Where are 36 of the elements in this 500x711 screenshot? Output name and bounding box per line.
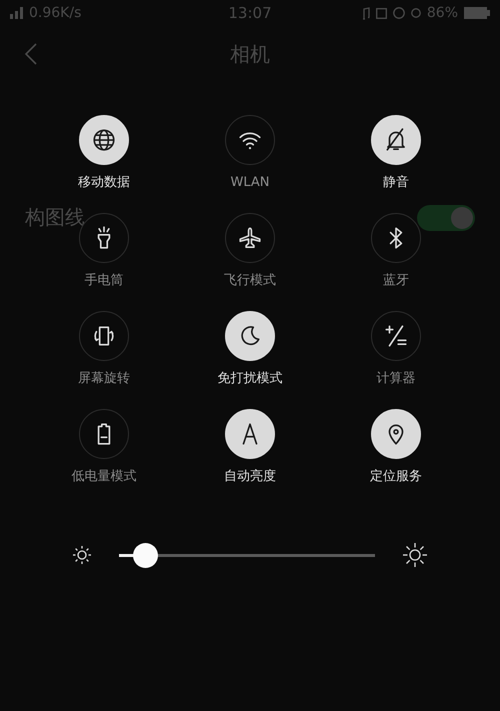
toggle-label: 静音: [383, 175, 409, 191]
toggle-label: 蓝牙: [383, 273, 409, 289]
globe-icon: [91, 127, 117, 153]
toggle-label: 免打扰模式: [218, 371, 282, 387]
music-note-icon: [362, 6, 370, 20]
page-title: 相机: [230, 40, 270, 68]
quick-toggle-button[interactable]: [225, 115, 275, 165]
toggle-label: 移动数据: [78, 175, 130, 191]
calculator-icon: [383, 323, 409, 349]
clock: 13:07: [228, 4, 272, 22]
high-brightness-icon: [401, 541, 429, 569]
toggle-label: 屏幕旋转: [78, 371, 130, 387]
toggle-label: 自动亮度: [224, 469, 276, 485]
battery-percentage: 86%: [426, 5, 458, 21]
quick-toggle-button[interactable]: [371, 213, 421, 263]
battery-icon: [464, 7, 490, 19]
square-icon: [376, 8, 387, 18]
toggle-label: 低电量模式: [72, 469, 136, 485]
setting-label: 构图线: [25, 204, 85, 231]
quick-toggle-button[interactable]: [225, 213, 275, 263]
slider-thumb[interactable]: [132, 542, 158, 568]
circle-icon: [392, 7, 405, 19]
toggle-label: WLAN: [230, 175, 270, 191]
quick-toggle-button[interactable]: [371, 311, 421, 361]
toggle-label: 定位服务: [370, 469, 422, 485]
signal-icon: [10, 7, 23, 19]
toggle-label: 飞行模式: [224, 273, 276, 289]
circle-icon: [410, 8, 421, 18]
quick-toggle-button[interactable]: [79, 409, 129, 459]
network-speed: 0.96K/s: [29, 5, 82, 21]
low-brightness-icon: [71, 544, 93, 566]
airplane-icon: [237, 225, 263, 251]
toggle-label: 计算器: [376, 371, 416, 387]
toggle-switch[interactable]: [417, 204, 475, 230]
quick-toggle-button[interactable]: [79, 311, 129, 361]
toggle-label: 手电筒: [84, 273, 124, 289]
